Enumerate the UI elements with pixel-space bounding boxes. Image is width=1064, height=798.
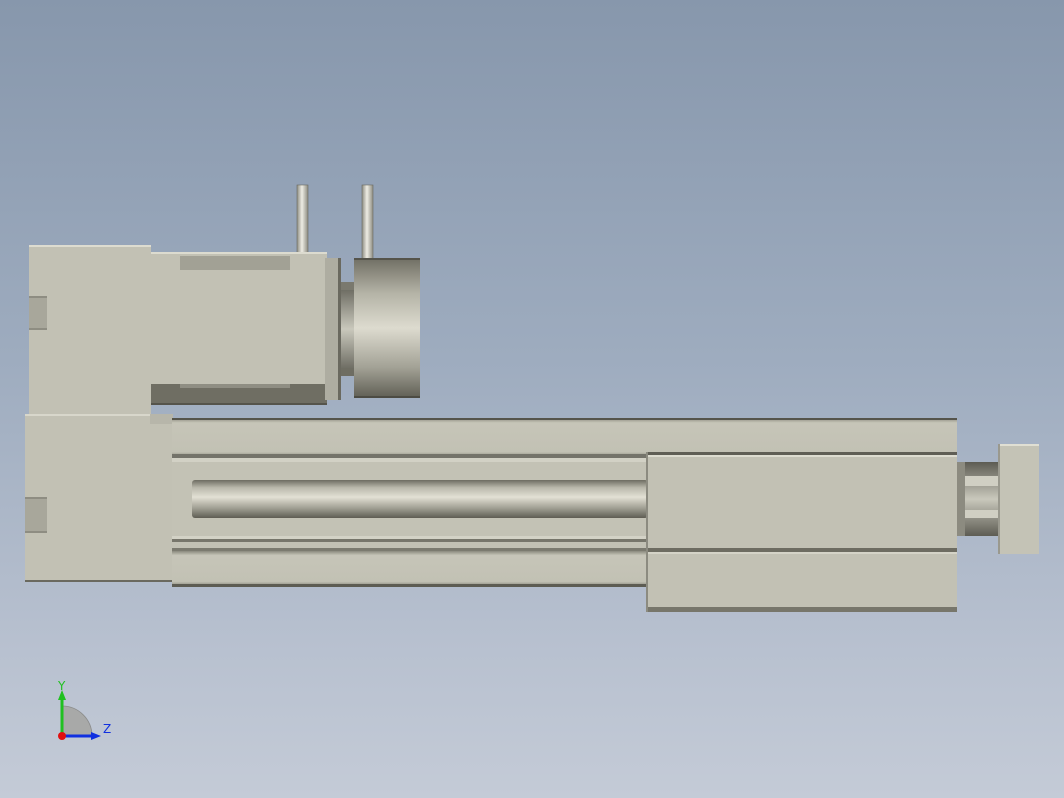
x-axis-dot (58, 732, 66, 740)
cable-pin-left (296, 184, 309, 254)
linear-actuator-model[interactable] (0, 0, 1064, 798)
rod-end-neck (957, 462, 999, 536)
triad-quadrant (61, 705, 93, 737)
lead-screw (192, 480, 648, 518)
cable-pin-right (361, 184, 374, 261)
end-block-upper (29, 245, 151, 415)
y-axis-label: Y (57, 679, 66, 693)
motor-body (150, 252, 341, 405)
z-axis-label: Z (103, 722, 111, 736)
end-block-lower (25, 414, 173, 582)
carriage (646, 452, 957, 612)
cad-viewport[interactable]: Y Z (0, 0, 1064, 798)
rod-end-plate (998, 444, 1039, 554)
motor-neck (341, 282, 355, 376)
encoder-drum (354, 258, 420, 398)
z-axis-arrowhead (91, 732, 101, 740)
orientation-triad: Y Z (50, 676, 120, 746)
